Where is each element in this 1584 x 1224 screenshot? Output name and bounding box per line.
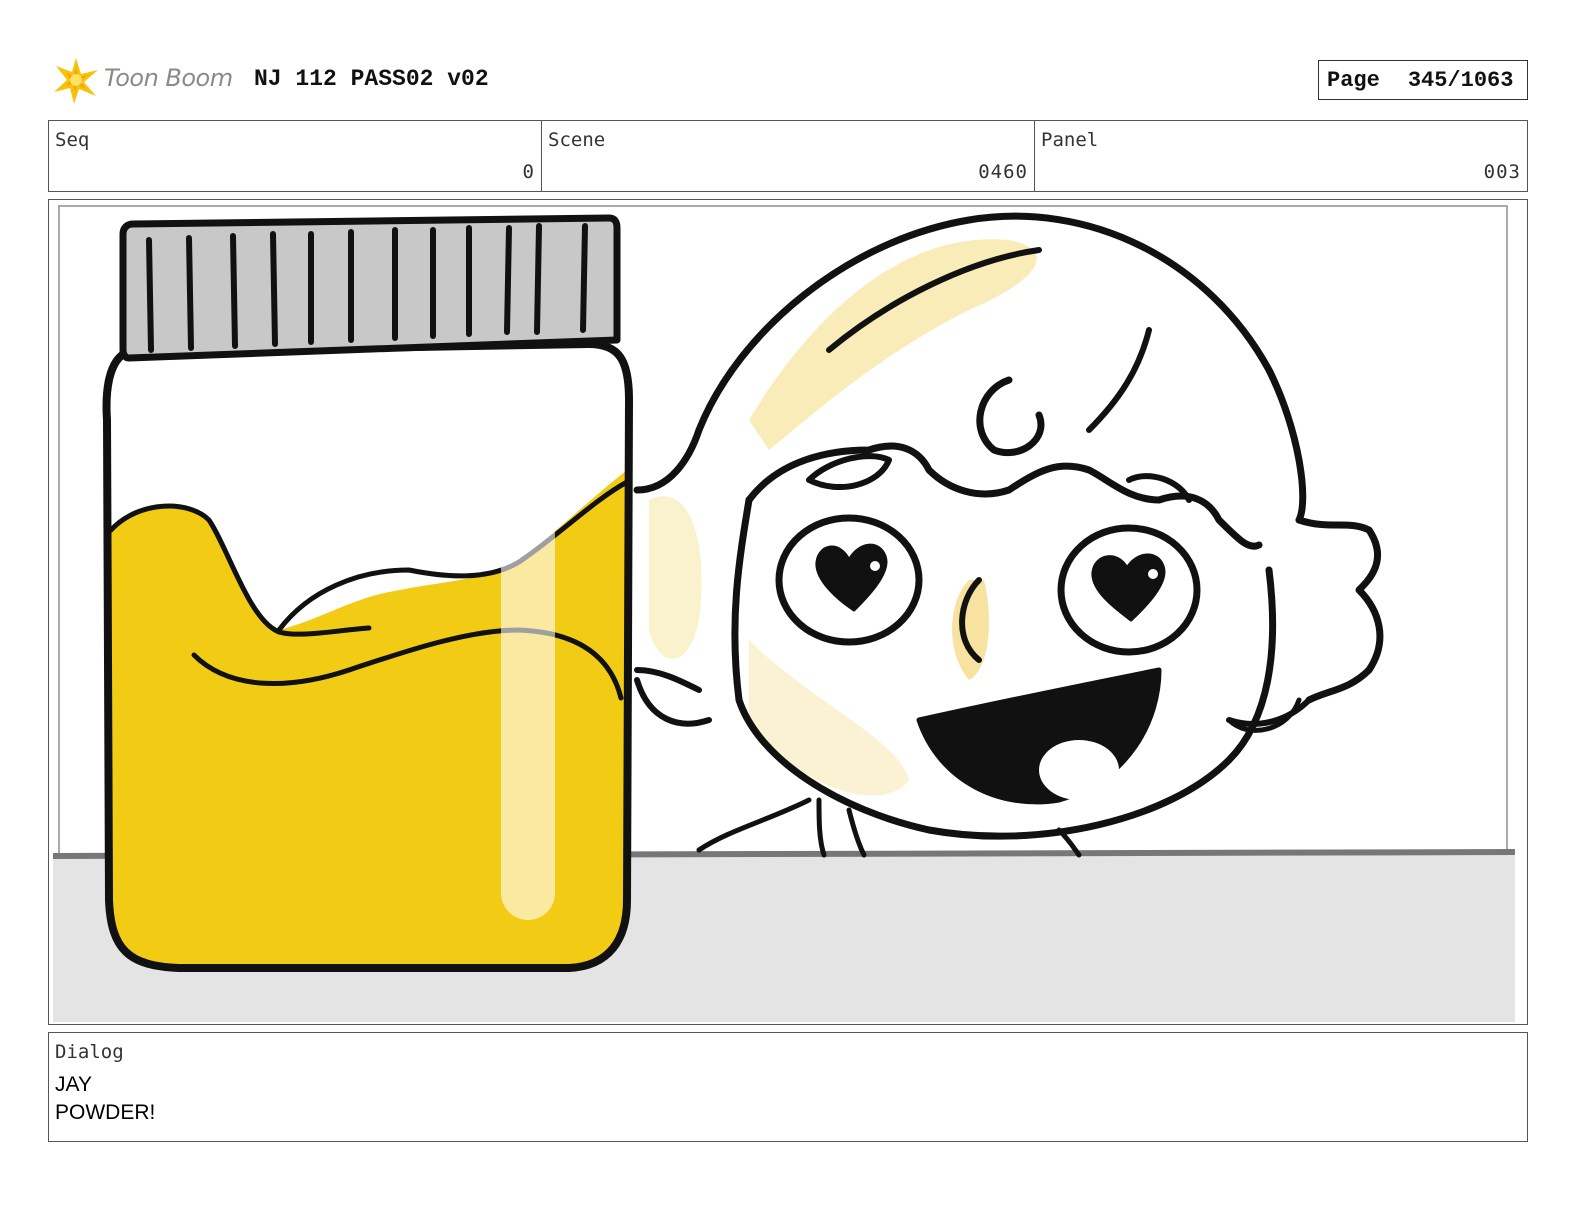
dialog-box: Dialog JAY POWDER! <box>48 1032 1528 1142</box>
panel-cell: Panel 003 <box>1035 121 1527 191</box>
scene-value: 0460 <box>978 161 1028 183</box>
character-head <box>633 212 1384 858</box>
logo-text: Toon Boom <box>104 64 233 92</box>
scene-cell: Scene 0460 <box>542 121 1035 191</box>
dialog-character: JAY <box>55 1073 92 1096</box>
honey-jar <box>102 214 633 972</box>
panel-label: Panel <box>1041 129 1099 151</box>
seq-value: 0 <box>522 161 535 183</box>
project-title: NJ 112 PASS02 v02 <box>254 66 489 92</box>
seq-cell: Seq 0 <box>49 121 542 191</box>
page-label: Page <box>1327 67 1380 93</box>
panel-artwork <box>52 205 1516 1022</box>
dialog-label: Dialog <box>55 1041 124 1063</box>
panel-value: 003 <box>1483 161 1521 183</box>
page-indicator: Page 345/1063 <box>1318 60 1528 100</box>
seq-label: Seq <box>55 129 90 151</box>
scene-label: Scene <box>548 129 606 151</box>
storyboard-panel <box>48 199 1528 1025</box>
dialog-line: POWDER! <box>55 1101 156 1124</box>
info-row: Seq 0 Scene 0460 Panel 003 <box>48 120 1528 192</box>
page-value: 345/1063 <box>1407 67 1514 93</box>
